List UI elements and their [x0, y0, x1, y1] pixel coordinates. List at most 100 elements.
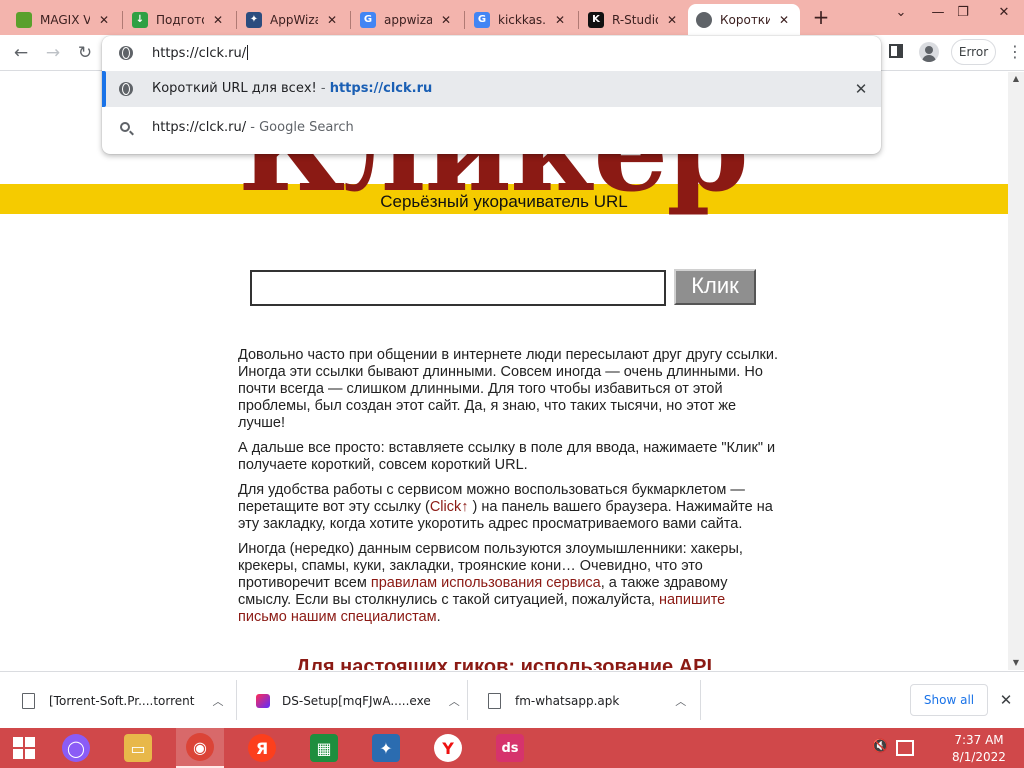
globe-icon: [119, 46, 133, 60]
url-input[interactable]: [250, 270, 666, 306]
download-filename: [Torrent-Soft.Pr....torrent: [49, 693, 195, 708]
tab-title: appwizar: [384, 12, 432, 27]
clock-date[interactable]: 8/1/2022: [946, 750, 1012, 764]
description-text: Довольно часто при общении в интернете л…: [238, 347, 778, 634]
show-all-button[interactable]: Show all: [910, 684, 988, 716]
profile-avatar-icon[interactable]: [919, 42, 939, 62]
globe-icon: [696, 11, 712, 28]
tab-separator: [122, 11, 123, 29]
omnibox-suggestion-search[interactable]: https://clck.ru/ - Google Search: [102, 110, 881, 146]
tab-search-button[interactable]: ⌄: [883, 2, 919, 24]
download-filename: DS-Setup[mqFJwA.....exe: [282, 693, 431, 708]
taskbar-yandex[interactable]: Я: [238, 728, 286, 768]
taskbar-appwizard[interactable]: ✦: [362, 728, 410, 768]
rules-link[interactable]: правилам использования сервиса: [371, 575, 601, 591]
chevron-up-icon[interactable]: ︿: [449, 693, 460, 709]
yandex-icon: Я: [248, 734, 276, 762]
suggestion-separator: -: [246, 120, 260, 135]
network-icon[interactable]: [896, 740, 914, 756]
magix-icon: [16, 11, 32, 28]
page-content: Кликер Серьёзный укорачиватель URL Клик …: [0, 72, 1008, 670]
shelf-separator: [467, 680, 468, 720]
taskbar-file-explorer[interactable]: ▭: [114, 728, 162, 768]
tab-title: MAGIX V: [40, 12, 90, 27]
taskbar-chrome[interactable]: ◉: [176, 728, 224, 768]
remove-suggestion-button[interactable]: ✕: [852, 80, 870, 98]
close-icon[interactable]: ✕: [96, 13, 112, 27]
tab-clck-active[interactable]: Коротки ✕: [688, 4, 800, 35]
download-item-apk[interactable]: fm-whatsapp.apk ︿: [488, 672, 686, 729]
suggestion-text: https://clck.ru/ - Google Search: [152, 120, 354, 135]
suggestion-engine: Google Search: [259, 120, 354, 135]
chevron-up-icon[interactable]: ︿: [675, 693, 686, 709]
tab-title: Коротки: [720, 12, 770, 27]
taskbar-ds[interactable]: ds: [486, 728, 534, 768]
close-icon[interactable]: ✕: [776, 13, 792, 27]
text: .: [436, 609, 441, 625]
download-icon: ↓: [132, 11, 148, 28]
file-explorer-icon: ▭: [124, 734, 152, 762]
side-panel-icon[interactable]: [889, 44, 903, 58]
tab-appwizard[interactable]: ✦ AppWiza ✕: [238, 4, 348, 35]
scroll-down-arrow-icon[interactable]: ▼: [1008, 656, 1024, 670]
address-input[interactable]: https://clck.ru/: [152, 45, 249, 61]
tab-separator: [464, 11, 465, 29]
forward-button[interactable]: →: [41, 41, 65, 65]
suggestion-query: https://clck.ru/: [152, 120, 247, 135]
window-close-button[interactable]: ✕: [986, 2, 1022, 24]
file-icon: [22, 692, 35, 709]
speaker-muted-icon[interactable]: 🔇: [872, 740, 888, 754]
bookmarklet-link[interactable]: Click↑: [430, 499, 469, 515]
tab-separator: [578, 11, 579, 29]
tab-magix[interactable]: MAGIX V ✕: [8, 4, 120, 35]
tab-title: AppWiza: [270, 12, 318, 27]
api-heading: Для настоящих гиков: использование API: [295, 656, 713, 670]
back-button[interactable]: ←: [9, 41, 33, 65]
page-scrollbar[interactable]: ▲ ▼: [1008, 72, 1024, 670]
start-button[interactable]: [0, 728, 48, 768]
download-item-ds-setup[interactable]: DS-Setup[mqFJwA.....exe ︿: [256, 672, 460, 729]
download-item-torrent[interactable]: [Torrent-Soft.Pr....torrent ︿: [22, 672, 223, 729]
close-icon[interactable]: ✕: [552, 13, 568, 27]
r-studio-icon: K: [588, 11, 604, 28]
yandex-browser-icon: Y: [434, 734, 462, 762]
chevron-up-icon[interactable]: ︿: [212, 693, 223, 709]
tab-google-appwizard[interactable]: G appwizar ✕: [352, 4, 462, 35]
scroll-up-arrow-icon[interactable]: ▲: [1008, 72, 1024, 86]
google-icon: G: [474, 11, 490, 28]
maximize-button[interactable]: ❐: [945, 2, 981, 24]
chrome-icon: ◉: [186, 733, 214, 761]
omnibox-dropdown: https://clck.ru/ Короткий URL для всех! …: [102, 36, 881, 154]
close-icon[interactable]: ✕: [664, 13, 680, 27]
shorten-button[interactable]: Клик: [674, 269, 756, 305]
tab-title: kickkas.b: [498, 12, 546, 27]
paragraph-abuse: Иногда (нередко) данным сервисом пользую…: [238, 541, 778, 626]
tab-title: Подгото: [156, 12, 204, 27]
clock-time[interactable]: 7:37 AM: [946, 733, 1012, 747]
taskbar-yandex-browser[interactable]: Y: [424, 728, 472, 768]
tab-r-studio[interactable]: K R-Studio ✕: [580, 4, 688, 35]
close-icon[interactable]: ✕: [324, 13, 340, 27]
ds-icon: ds: [496, 734, 524, 762]
close-shelf-icon[interactable]: ✕: [996, 690, 1016, 710]
taskbar-spreadsheet[interactable]: ▦: [300, 728, 348, 768]
address-bar[interactable]: https://clck.ru/: [102, 36, 881, 70]
selection-indicator: [102, 71, 106, 107]
tab-google-kickkas[interactable]: G kickkas.b ✕: [466, 4, 576, 35]
tab-podgotov[interactable]: ↓ Подгото ✕: [124, 4, 234, 35]
profile-error-chip[interactable]: Error: [951, 39, 996, 65]
tab-separator: [350, 11, 351, 29]
spreadsheet-icon: ▦: [310, 734, 338, 762]
new-tab-button[interactable]: +: [810, 7, 832, 29]
omnibox-suggestion-site[interactable]: Короткий URL для всех! - https://clck.ru…: [102, 71, 881, 107]
close-icon[interactable]: ✕: [210, 13, 226, 27]
alice-icon: ◯: [62, 734, 90, 762]
suggestion-text: Короткий URL для всех! - https://clck.ru: [152, 81, 432, 96]
close-icon[interactable]: ✕: [438, 13, 454, 27]
appwizard-icon: ✦: [246, 11, 262, 28]
tab-separator: [236, 11, 237, 29]
paragraph-howto: А дальше все просто: вставляете ссылку в…: [238, 440, 776, 473]
kebab-menu-icon[interactable]: ⋮: [1007, 42, 1023, 62]
reload-button[interactable]: ↻: [73, 41, 97, 65]
taskbar-alice[interactable]: ◯: [52, 728, 100, 768]
